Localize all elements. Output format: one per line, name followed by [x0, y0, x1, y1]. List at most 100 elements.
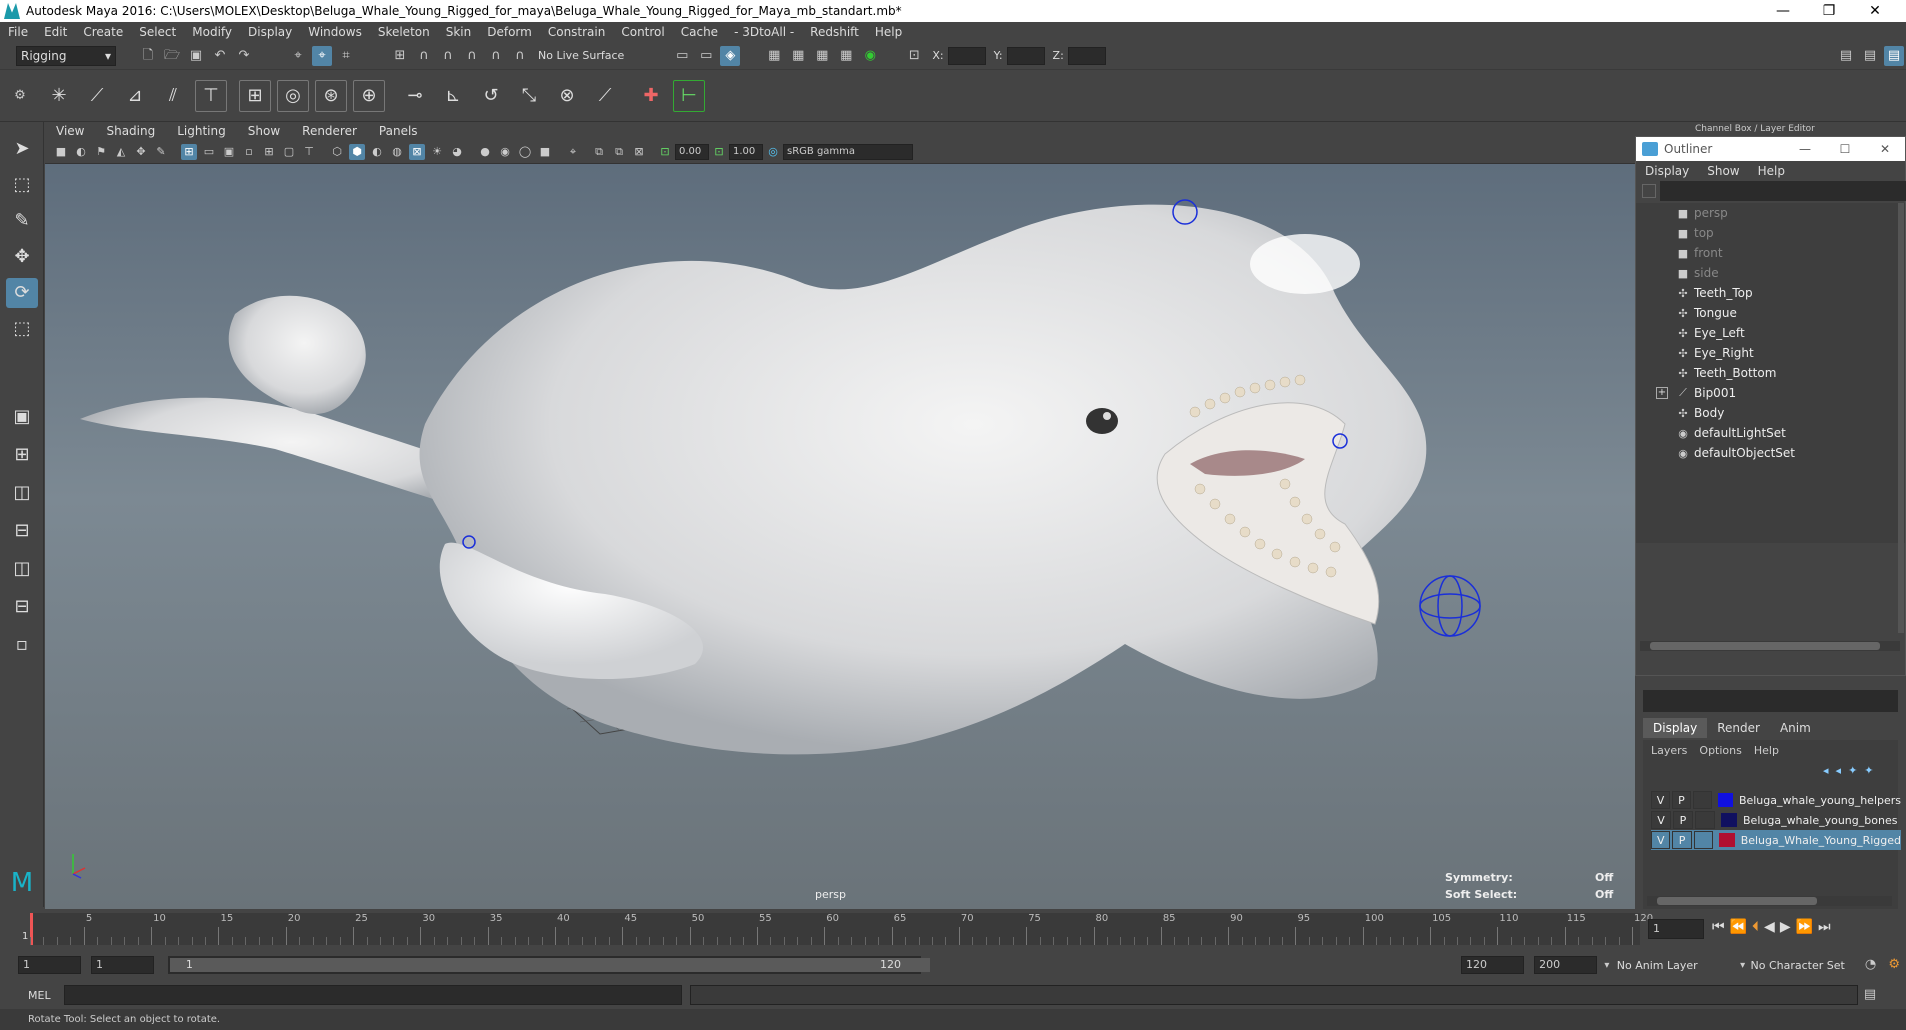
scale-constraint-icon[interactable]: ⤡ — [513, 80, 545, 112]
layer-menu-options[interactable]: Options — [1693, 744, 1747, 757]
orient-constraint-icon[interactable]: ↺ — [475, 80, 507, 112]
menu-cache[interactable]: Cache — [673, 25, 726, 39]
pole-vector-icon[interactable]: ⟋ — [589, 80, 621, 112]
layer-filter-input[interactable] — [1643, 690, 1898, 712]
exposure-icon[interactable]: ⊡ — [657, 144, 673, 160]
3d-scene[interactable]: persp Symmetry: Off Soft Select: Off — [45, 164, 1635, 909]
persp-outliner-icon[interactable]: ◫ — [6, 478, 38, 508]
vp-menu-renderer[interactable]: Renderer — [291, 124, 368, 138]
motion-blur-icon[interactable]: ◉ — [497, 144, 513, 160]
time-slider[interactable]: 1 5 10 15 20 25 30 35 40 45 50 55 60 65 70 75 80 85 90 95 1… — [0, 909, 1906, 949]
output-ops-icon[interactable]: ▭ — [696, 46, 716, 66]
anim-layer-dropdown[interactable]: No Anim Layer — [1617, 959, 1735, 972]
animation-end-field[interactable]: 200 — [1534, 956, 1598, 974]
shadows-icon[interactable]: ◕ — [449, 144, 465, 160]
grease-pencil-icon[interactable]: ✎ — [153, 144, 169, 160]
range-slider-handle[interactable] — [169, 958, 930, 972]
play-forwards-icon[interactable]: ▶ — [1780, 919, 1796, 935]
tab-anim[interactable]: Anim — [1770, 718, 1821, 738]
open-scene-icon[interactable]: 🗁 — [162, 46, 182, 66]
layer-color-swatch[interactable] — [1721, 813, 1737, 827]
gate-mask-icon[interactable]: ▫ — [241, 144, 257, 160]
xray-joints-icon[interactable]: ⊠ — [631, 144, 647, 160]
gamma-icon[interactable]: ⊡ — [711, 144, 727, 160]
move-tool-icon[interactable]: ✥ — [6, 242, 38, 272]
snap-live-icon[interactable]: ∩ — [510, 46, 530, 66]
exposure-field[interactable]: 0.00 — [675, 143, 709, 160]
outliner-item-default-object-set[interactable]: ◉ defaultObjectSet — [1676, 443, 1795, 463]
ipr-render-icon[interactable]: ▦ — [812, 46, 832, 66]
film-gate-icon[interactable]: ▭ — [201, 144, 217, 160]
layer-playback-toggle[interactable]: P — [1673, 811, 1693, 829]
persp-hypershade-icon[interactable]: ◫ — [6, 554, 38, 584]
outliner-item-persp[interactable]: ■ persp — [1676, 203, 1728, 223]
snap-view-icon[interactable]: ∩ — [462, 46, 482, 66]
playback-end-field[interactable]: 120 — [1461, 956, 1525, 974]
bookmark-icon[interactable]: ⚑ — [93, 144, 109, 160]
lasso-tool-icon[interactable]: ⬚ — [6, 170, 38, 200]
transform-mode-icon[interactable]: ⊡ — [904, 46, 924, 66]
menu-3dtoall[interactable]: - 3DtoAll - — [726, 25, 802, 39]
snap-point-icon[interactable]: ∩ — [438, 46, 458, 66]
go-to-start-icon[interactable]: ⏮ — [1712, 919, 1730, 935]
menu-control[interactable]: Control — [613, 25, 672, 39]
single-view-icon[interactable]: ▣ — [6, 402, 38, 432]
use-lights-icon[interactable]: ☀ — [429, 144, 445, 160]
ambient-occlusion-icon[interactable]: ● — [477, 144, 493, 160]
step-back-frame-icon[interactable]: ⏴ — [1752, 919, 1764, 935]
parent-constraint-icon[interactable]: ⊗ — [551, 80, 583, 112]
outliner-menu-show[interactable]: Show — [1698, 164, 1748, 178]
ik-handle-icon[interactable]: ⟋ — [81, 80, 113, 112]
select-tool-icon[interactable]: ➤ — [6, 134, 38, 164]
bind-skin-icon[interactable]: ⊤ — [195, 79, 227, 112]
color-management-icon[interactable]: ◎ — [765, 144, 781, 160]
textured-icon[interactable]: ⊠ — [409, 143, 425, 160]
paint-weights-icon[interactable]: ⊞ — [239, 79, 271, 112]
custom-layout-icon[interactable]: ▫ — [6, 630, 38, 660]
char-set-dropdown-icon[interactable]: ▾ — [1735, 960, 1751, 971]
layer-display-type[interactable] — [1695, 811, 1715, 829]
lattice-icon[interactable]: ◎ — [277, 79, 309, 112]
layout-options-icon[interactable]: ⊟ — [6, 592, 38, 622]
freeze-transform-icon[interactable]: ⊢ — [673, 79, 705, 112]
anti-aliasing-icon[interactable]: ◯ — [517, 144, 533, 160]
cluster-icon[interactable]: ⊛ — [315, 79, 347, 112]
x-field[interactable] — [947, 46, 986, 65]
outliner-item-top[interactable]: ■ top — [1676, 223, 1714, 243]
vp-menu-view[interactable]: View — [45, 124, 95, 138]
y-field[interactable] — [1006, 46, 1045, 65]
new-layer-selected-icon[interactable]: ✦ — [1864, 764, 1873, 777]
input-ops-icon[interactable]: ▭ — [672, 46, 692, 66]
menu-redshift[interactable]: Redshift — [802, 25, 867, 39]
layer-menu-layers[interactable]: Layers — [1645, 744, 1693, 757]
menu-file[interactable]: File — [0, 25, 36, 39]
persp-graph-icon[interactable]: ⊟ — [6, 516, 38, 546]
smooth-shade-icon[interactable]: ⬢ — [349, 143, 365, 160]
outliner-item-tongue[interactable]: ✣ Tongue — [1676, 303, 1736, 323]
shelf-menu-icon[interactable]: ⚙ — [10, 86, 30, 106]
animation-start-field[interactable]: 1 — [18, 956, 82, 974]
image-plane-icon[interactable]: ◭ — [113, 144, 129, 160]
construction-history-icon[interactable]: ◈ — [720, 45, 741, 66]
locator-icon[interactable]: ✚ — [635, 80, 667, 112]
menu-skin[interactable]: Skin — [438, 25, 480, 39]
step-back-key-icon[interactable]: ⏪ — [1730, 919, 1752, 935]
safe-action-icon[interactable]: ▢ — [281, 144, 297, 160]
grid-icon[interactable]: ⊞ — [181, 143, 197, 160]
resolution-gate-icon[interactable]: ▣ — [221, 144, 237, 160]
camera-select-icon[interactable]: ■ — [53, 144, 69, 160]
wireframe-on-shaded-icon[interactable]: ◍ — [389, 144, 405, 160]
menu-windows[interactable]: Windows — [300, 25, 370, 39]
outliner-search-input[interactable] — [1660, 181, 1906, 201]
layer-visibility-toggle[interactable]: V — [1651, 791, 1670, 809]
step-forward-key-icon[interactable]: ⏩ — [1796, 919, 1818, 935]
camera-attr-icon[interactable]: ◐ — [73, 144, 89, 160]
depth-of-field-icon[interactable]: ■ — [537, 144, 553, 160]
menu-constrain[interactable]: Constrain — [540, 25, 614, 39]
playback-start-field[interactable]: 1 — [91, 956, 155, 974]
animation-prefs-icon[interactable]: ⚙ — [1884, 955, 1904, 975]
layer-playback-toggle[interactable]: P — [1672, 831, 1692, 849]
move-layer-up-icon[interactable]: ◂ — [1823, 764, 1829, 777]
expand-icon[interactable]: + — [1656, 387, 1668, 399]
menu-help[interactable]: Help — [867, 25, 910, 39]
